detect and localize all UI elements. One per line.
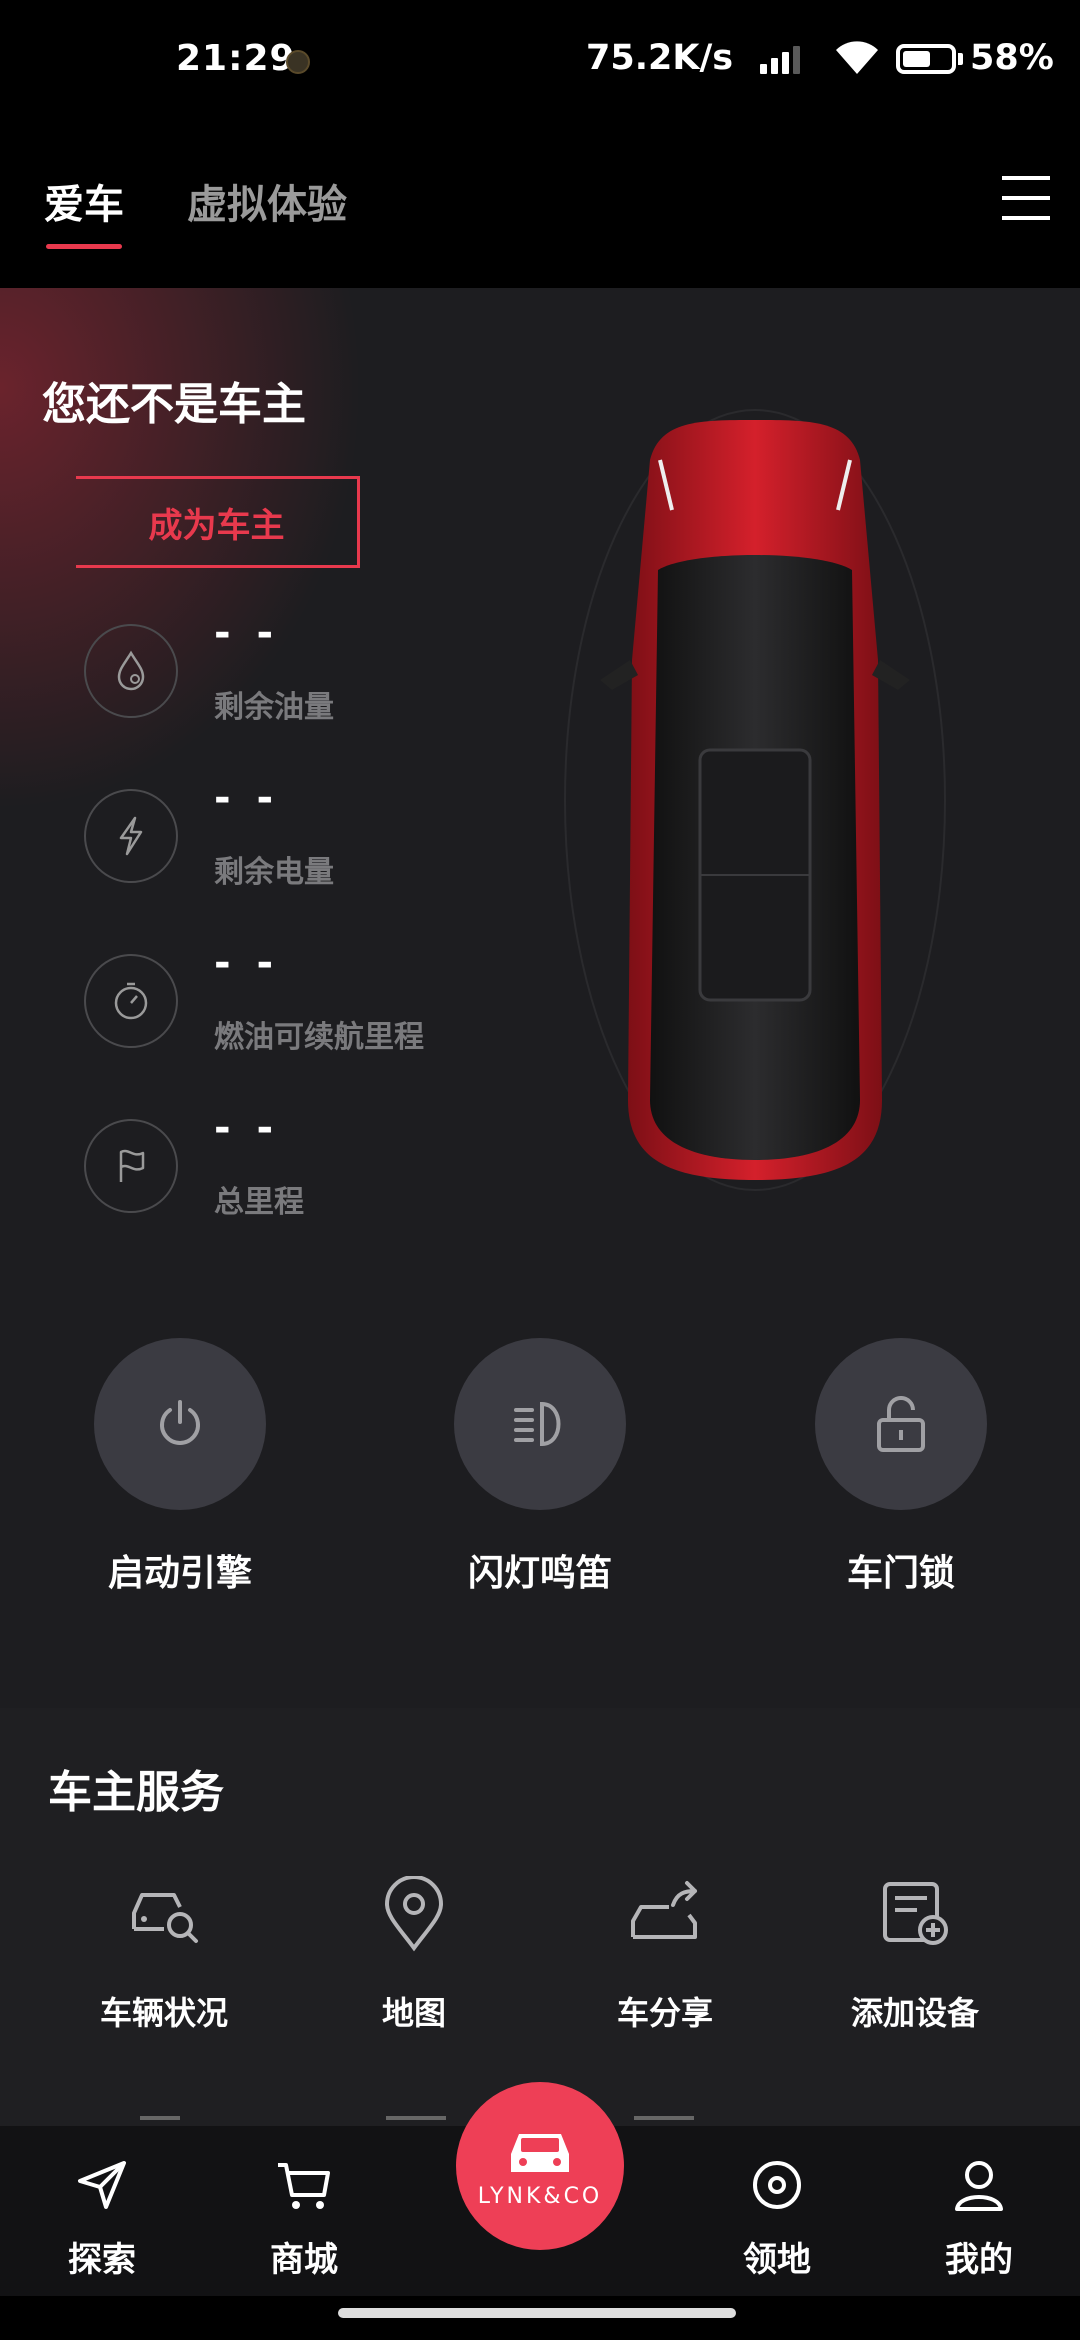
nav-territory-label: 领地 <box>743 2240 811 2280</box>
headlight-icon <box>514 1401 561 1447</box>
owner-services-title: 车主服务 <box>48 1767 224 1818</box>
service-car-share-label: 车分享 <box>616 1994 713 2032</box>
mileage-label: 总里程 <box>214 1185 304 1220</box>
timer-icon <box>84 954 178 1048</box>
mileage-value: - - <box>214 1105 280 1151</box>
nav-explore[interactable]: 探索 <box>32 2152 172 2281</box>
service-car-share[interactable]: 车分享 <box>560 1874 770 2034</box>
send-icon <box>32 2152 172 2218</box>
nav-me-label: 我的 <box>945 2240 1013 2280</box>
battery-percent: 58% <box>970 38 1054 78</box>
nav-me[interactable]: 我的 <box>909 2152 1049 2281</box>
map-pin-icon <box>309 1874 519 1954</box>
service-vehicle-status-label: 车辆状况 <box>99 1994 228 2032</box>
car-top-view-image <box>564 409 946 1191</box>
brand-home-button[interactable]: LYNK&CO <box>456 2082 624 2250</box>
wifi-icon <box>836 41 878 74</box>
battery-label: 剩余电量 <box>214 855 334 890</box>
door-lock-control[interactable]: 车门锁 <box>815 1338 987 1594</box>
car-share-icon <box>560 1874 770 1954</box>
battery-tip <box>958 53 963 65</box>
fuel-label: 剩余油量 <box>214 690 334 725</box>
service-vehicle-status[interactable]: 车辆状况 <box>59 1874 269 2034</box>
range-value: - - <box>214 940 280 986</box>
flash-horn-control[interactable]: 闪灯鸣笛 <box>454 1338 626 1594</box>
signal-icon <box>760 44 810 74</box>
brand-logo-text: LYNK&CO <box>477 2183 603 2209</box>
home-indicator[interactable] <box>338 2308 736 2318</box>
start-engine-button[interactable] <box>94 1338 266 1510</box>
become-owner-button[interactable]: 成为车主 <box>76 476 360 568</box>
tab-my-car[interactable]: 爱车 <box>44 172 124 249</box>
range-label: 燃油可续航里程 <box>214 1020 424 1055</box>
unlock-icon <box>877 1396 925 1452</box>
door-lock-label: 车门锁 <box>846 1553 955 1594</box>
nav-territory[interactable]: 领地 <box>707 2152 847 2281</box>
person-icon <box>909 2152 1049 2218</box>
flash-horn-label: 闪灯鸣笛 <box>467 1553 612 1594</box>
battery-icon <box>896 44 956 74</box>
tab-virtual-experience[interactable]: 虚拟体验 <box>187 172 347 230</box>
service-map-label: 地图 <box>381 1994 446 2032</box>
add-device-icon <box>810 1874 1020 1954</box>
service-add-device-label: 添加设备 <box>850 1994 979 2032</box>
network-speed: 75.2K/s <box>586 38 734 78</box>
flag-icon <box>84 1119 178 1213</box>
target-icon <box>707 2152 847 2218</box>
nav-mall-label: 商城 <box>270 2240 338 2280</box>
notification-dot-icon <box>286 50 310 74</box>
status-time: 21:29 <box>176 38 296 79</box>
gesture-area <box>0 2296 1080 2340</box>
battery-value: - - <box>214 775 280 821</box>
owner-status-title: 您还不是车主 <box>42 379 306 430</box>
cart-icon <box>234 2152 374 2218</box>
start-engine-label: 启动引擎 <box>107 1553 252 1594</box>
lightning-icon <box>84 789 178 883</box>
nav-mall[interactable]: 商城 <box>234 2152 374 2281</box>
service-map[interactable]: 地图 <box>309 1874 519 2034</box>
door-lock-button[interactable] <box>815 1338 987 1510</box>
fuel-drop-icon <box>84 624 178 718</box>
nav-explore-label: 探索 <box>68 2240 136 2280</box>
hamburger-menu-icon[interactable] <box>1002 176 1050 220</box>
power-icon <box>160 1400 200 1445</box>
flash-horn-button[interactable] <box>454 1338 626 1510</box>
car-front-icon <box>511 2133 569 2172</box>
service-add-device[interactable]: 添加设备 <box>810 1874 1020 2034</box>
fuel-value: - - <box>214 610 280 656</box>
start-engine-control[interactable]: 启动引擎 <box>94 1338 266 1594</box>
car-search-icon <box>59 1874 269 1954</box>
